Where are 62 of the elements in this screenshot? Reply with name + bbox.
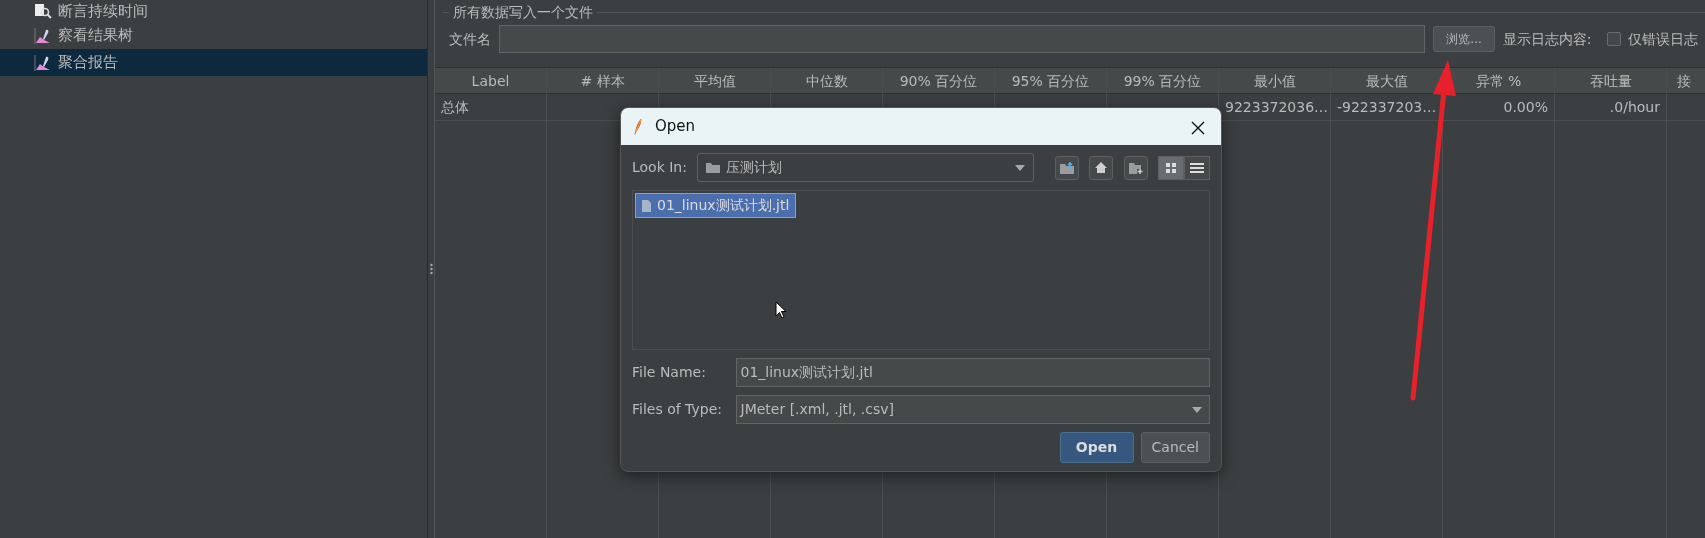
column-header[interactable]: 最大值 [1331,68,1442,94]
tree-item-label: 察看结果树 [58,25,133,47]
grid-view-button[interactable] [1158,155,1184,180]
dropdown-arrow-icon [1014,164,1025,171]
new-folder-button[interactable] [1123,155,1148,180]
grid-icon [1165,161,1177,174]
table-cell: .0/hour [1609,99,1660,115]
list-view-button[interactable] [1184,155,1210,180]
feather-icon [633,117,643,136]
cancel-button[interactable]: Cancel [1140,432,1210,463]
file-icon [642,199,651,212]
browse-button[interactable]: 浏览... [1433,26,1495,52]
up-folder-button[interactable] [1054,155,1079,180]
splitter-handle-icon[interactable] [429,263,433,275]
list-icon [1190,161,1204,174]
file-type-dropdown[interactable]: JMeter [.xml, .jtl, .csv] [735,395,1210,424]
column-header[interactable]: 最小值 [1219,68,1330,94]
tree-item[interactable]: 聚合报告 [0,49,427,76]
tree-item[interactable]: 察看结果树 [0,22,427,49]
file-name-input[interactable]: 01_linux测试计划.jtl [735,358,1210,387]
table-cell: -922337203… [1337,99,1437,115]
checkbox[interactable] [1606,32,1621,46]
chart-pen-icon [34,54,52,71]
table-cell: 总体 [441,99,469,115]
column-header[interactable]: 吞吐量 [1555,68,1666,94]
log-label: 显示日志内容: [1502,29,1592,49]
column-header[interactable]: Label [435,68,546,94]
look-in-value: 压测计划 [726,158,782,177]
field-label: 文件名 [449,29,491,49]
folder-icon [706,162,720,173]
folder-plus-icon [1128,161,1143,174]
checkbox-label: 仅错误日志 [1627,29,1698,49]
column-header[interactable]: # 样本 [547,68,658,94]
column-header[interactable]: 中位数 [771,68,882,94]
column-header[interactable]: 平均值 [659,68,770,94]
pointer-cursor-icon [775,301,787,319]
column-header[interactable]: 90% 百分位 [883,68,994,94]
file-type-value: JMeter [.xml, .jtl, .csv] [740,400,895,419]
look-in-dropdown[interactable]: 压测计划 [697,153,1034,182]
open-button[interactable]: Open [1059,432,1134,463]
column-header[interactable]: 接 [1667,68,1705,94]
table-cell: 9223372036… [1225,99,1329,115]
chart-pen-icon [34,27,52,44]
file-type-label: Files of Type: [632,400,723,419]
dialog-title: Open [655,116,696,138]
group-title: 所有数据写入一个文件 [449,2,597,23]
folder-up-arrow-icon [1059,161,1074,174]
file-item[interactable]: 01_linux测试计划.jtl [635,193,797,218]
close-icon [1191,121,1205,135]
file-name-field[interactable] [499,25,1426,53]
dropdown-arrow-icon [1191,406,1202,413]
tree-item-label: 断言持续时间 [58,0,148,22]
file-name-label: File Name: [632,363,707,382]
column-header[interactable]: 95% 百分位 [995,68,1106,94]
tree-item-label: 聚合报告 [58,52,118,74]
look-in-label: Look In: [632,158,688,177]
column-header[interactable]: 99% 百分位 [1107,68,1218,94]
home-icon [1095,162,1107,173]
magnifier-page-icon [34,3,52,19]
home-button[interactable] [1089,155,1113,180]
tree-item[interactable]: 断言持续时间 [0,0,427,22]
table-cell: 0.00% [1503,99,1548,115]
